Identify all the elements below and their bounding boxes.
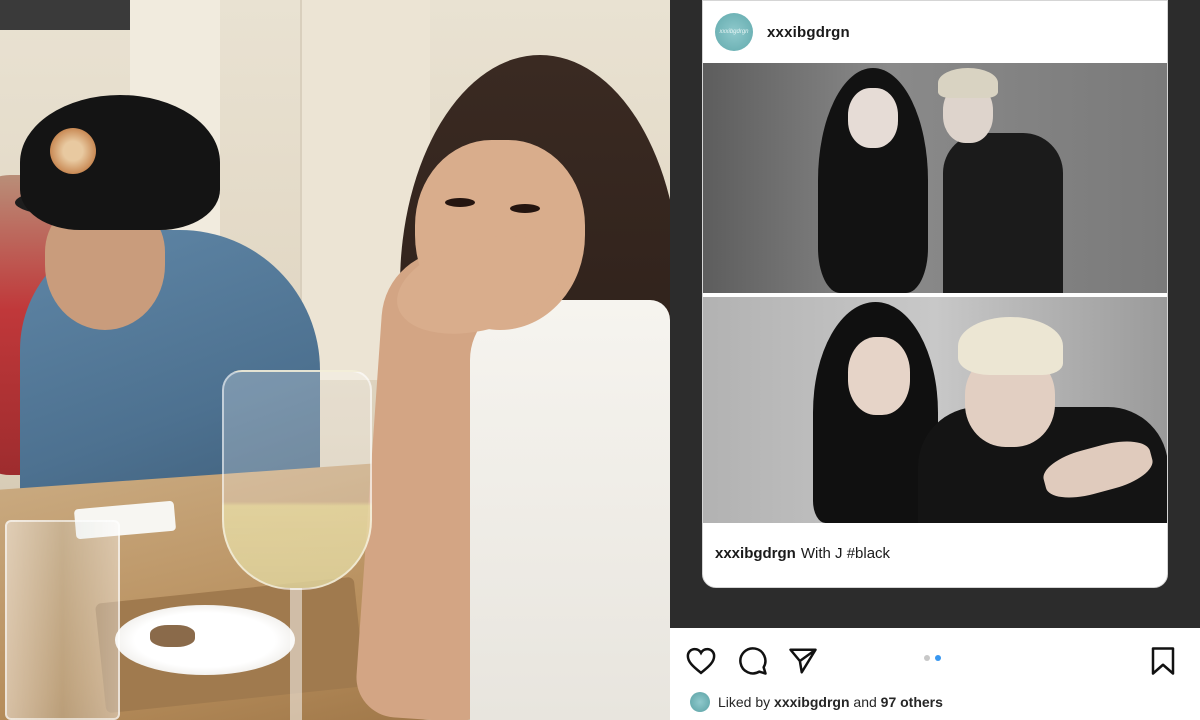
plate (115, 605, 295, 675)
heart-icon[interactable] (684, 644, 718, 678)
avatar[interactable]: xxxibgdrgn (715, 13, 753, 51)
bucket-hat (20, 95, 220, 230)
woman-face (848, 337, 910, 415)
woman-white-shirt (470, 300, 670, 720)
caption-username[interactable]: xxxibgdrgn (715, 545, 796, 562)
liker-avatar (690, 692, 710, 712)
carousel-dot (924, 655, 930, 661)
carousel-dot-active (935, 655, 941, 661)
likes-joiner: and (853, 694, 877, 710)
likes-others[interactable]: 97 others (881, 694, 943, 710)
post-media-frame: xxxibgdrgn xxxibgdrgn xxxibgdrgn With J # (670, 0, 1200, 628)
left-photo (0, 0, 670, 720)
instagram-post: xxxibgdrgn xxxibgdrgn xxxibgdrgn With J # (670, 0, 1200, 720)
post-photo-bottom (703, 297, 1167, 523)
hat-badge (50, 128, 96, 174)
caption-text: With J #black (800, 545, 891, 562)
water-glass (5, 520, 120, 720)
liker-username[interactable]: xxxibgdrgn (774, 694, 849, 710)
comment-icon[interactable] (736, 644, 770, 678)
likes-prefix: Liked by (718, 694, 771, 710)
post-photo-top (703, 63, 1167, 293)
carousel-indicator (924, 655, 941, 661)
post-caption: xxxibgdrgn With J #black (715, 545, 890, 562)
woman-face (848, 88, 898, 148)
wine-glass-stem (290, 588, 302, 720)
paper-plane-icon[interactable] (786, 644, 820, 678)
wall-frame (0, 0, 130, 30)
man-black-jacket (943, 133, 1063, 293)
bookmark-icon[interactable] (1146, 644, 1180, 678)
man-blond-hair (938, 68, 998, 98)
woman-eye (510, 204, 540, 213)
post-header: xxxibgdrgn xxxibgdrgn (703, 1, 1167, 63)
man-blond-hair (958, 317, 1063, 375)
reposted-post-card: xxxibgdrgn xxxibgdrgn xxxibgdrgn With J # (702, 0, 1168, 588)
post-username[interactable]: xxxibgdrgn (767, 24, 850, 41)
likes-row: Liked by xxxibgdrgn and 97 others (690, 692, 943, 712)
woman-eye (445, 198, 475, 207)
action-bar: Liked by xxxibgdrgn and 97 others (670, 628, 1200, 720)
food (150, 625, 195, 647)
wine-glass (222, 370, 372, 590)
